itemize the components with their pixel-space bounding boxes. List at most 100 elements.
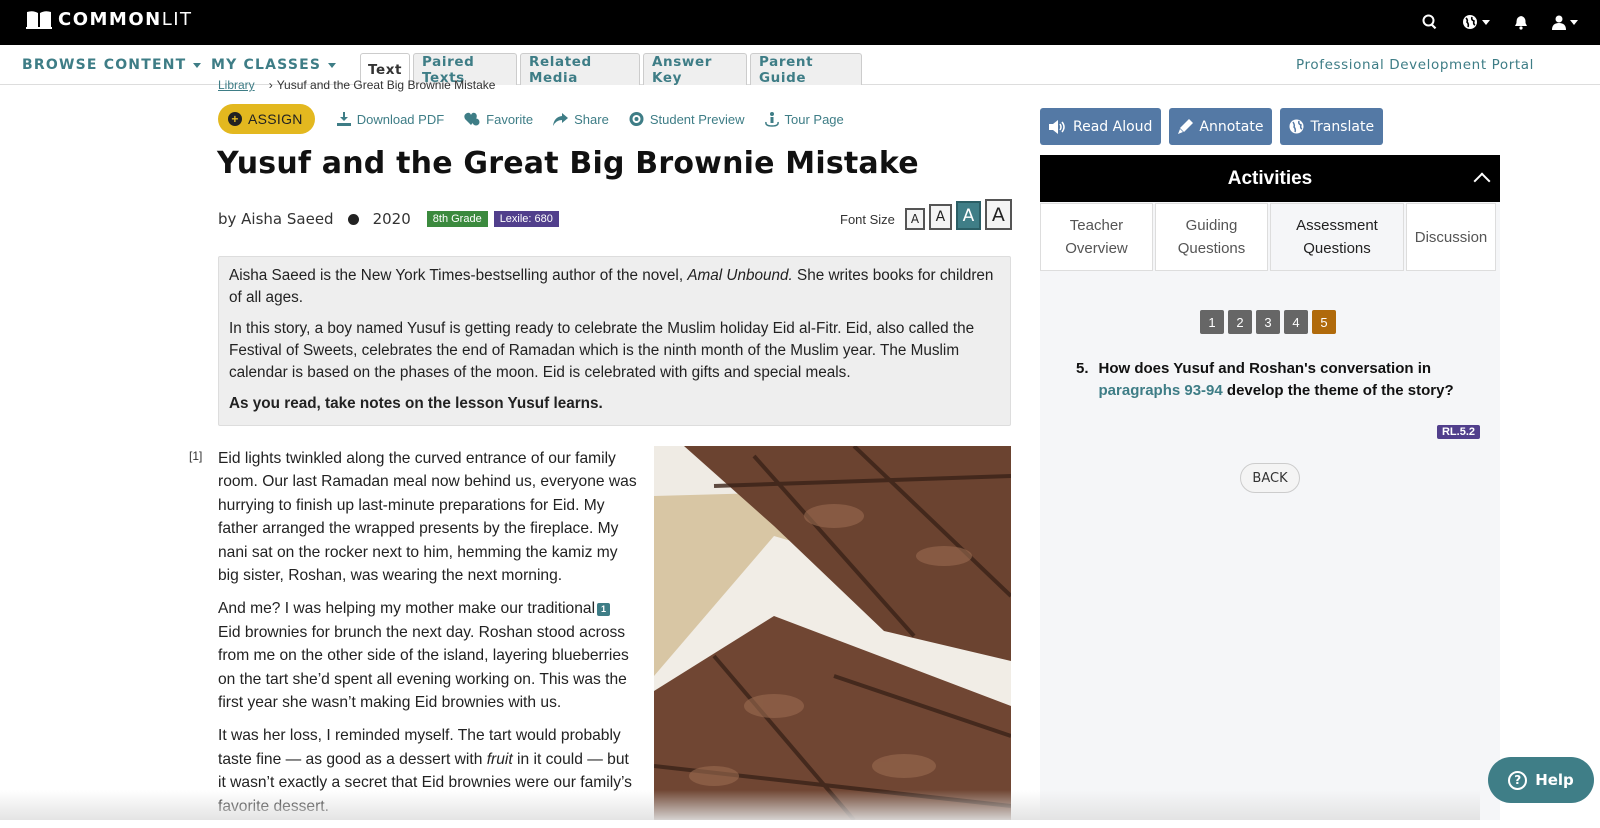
introduction-box: Aisha Saeed is the New York Times-bestse… bbox=[218, 256, 1011, 426]
breadcrumb-separator-icon: › bbox=[268, 78, 273, 92]
activities-title: Activities bbox=[1227, 167, 1313, 189]
paragraph-number: [1] bbox=[189, 449, 203, 463]
publication-year: 2020 bbox=[372, 210, 411, 228]
highlighter-icon bbox=[1178, 119, 1194, 134]
translate-button[interactable]: Translate bbox=[1280, 108, 1384, 145]
brownies-photo bbox=[654, 446, 1011, 820]
question-text: How does Yusuf and Roshan's conversation… bbox=[1098, 360, 1454, 399]
tour-person-icon bbox=[764, 111, 779, 127]
breadcrumb-library-link[interactable]: Library bbox=[218, 78, 255, 92]
tour-page-label: Tour Page bbox=[784, 111, 844, 127]
student-preview-label: Student Preview bbox=[649, 111, 745, 127]
top-bar: COMMONLIT bbox=[0, 0, 1600, 45]
back-button[interactable]: BACK bbox=[1240, 463, 1300, 493]
assessment-question: 5. How does Yusuf and Roshan's conversat… bbox=[1076, 358, 1476, 402]
text-actions: + ASSIGN Download PDF Favorite Share Stu… bbox=[218, 104, 844, 134]
share-link[interactable]: Share bbox=[553, 112, 609, 127]
annotate-button[interactable]: Annotate bbox=[1169, 108, 1273, 145]
my-classes-label: MY CLASSES bbox=[211, 57, 322, 73]
intro-reading-prompt: As you read, take notes on the lesson Yu… bbox=[229, 395, 603, 412]
question-1-button[interactable]: 1 bbox=[1200, 310, 1224, 334]
book-icon bbox=[26, 10, 52, 29]
question-3-button[interactable]: 3 bbox=[1256, 310, 1280, 334]
question-circle-icon: ? bbox=[1508, 770, 1528, 790]
paragraph-reference-link[interactable]: paragraphs 93-94 bbox=[1099, 382, 1223, 399]
help-button[interactable]: ? Help bbox=[1488, 757, 1594, 803]
reading-tools: Read Aloud Annotate Translate bbox=[1040, 108, 1391, 145]
commonlit-logo[interactable]: COMMONLIT bbox=[26, 9, 193, 30]
favorite-link[interactable]: Favorite bbox=[464, 112, 533, 127]
caret-down-icon bbox=[1570, 19, 1578, 25]
download-icon bbox=[336, 112, 351, 126]
tab-guiding-questions[interactable]: Guiding Questions bbox=[1155, 203, 1268, 271]
font-size-large-button[interactable]: A bbox=[955, 201, 981, 230]
professional-development-portal-link[interactable]: Professional Development Portal bbox=[1296, 57, 1534, 73]
read-aloud-label: Read Aloud bbox=[1073, 118, 1153, 135]
question-4-button[interactable]: 4 bbox=[1284, 310, 1308, 334]
story-paragraph: Eid lights twinkled along the curved ent… bbox=[218, 450, 637, 585]
tab-assessment-questions[interactable]: Assessment Questions bbox=[1270, 203, 1404, 271]
text-title: Yusuf and the Great Big Brownie Mistake bbox=[217, 146, 919, 181]
footnote-marker[interactable]: 1 bbox=[597, 602, 611, 616]
user-menu[interactable] bbox=[1552, 10, 1578, 34]
caret-down-icon bbox=[328, 62, 337, 68]
story-text: Eid lights twinkled along the curved ent… bbox=[218, 447, 638, 828]
globe-icon bbox=[1463, 15, 1477, 29]
tab-teacher-overview[interactable]: Teacher Overview bbox=[1040, 203, 1153, 271]
notifications-button[interactable] bbox=[1514, 10, 1528, 34]
intro-author-bio: Aisha Saeed is the New York Times-bestse… bbox=[229, 267, 994, 306]
author: by Aisha Saeed bbox=[218, 210, 334, 228]
assign-label: ASSIGN bbox=[248, 111, 303, 127]
tab-discussion[interactable]: Discussion bbox=[1406, 203, 1496, 271]
tour-page-link[interactable]: Tour Page bbox=[764, 111, 844, 127]
share-icon bbox=[553, 112, 569, 126]
question-pagination: 1 2 3 4 5 bbox=[1200, 310, 1340, 334]
question-2-button[interactable]: 2 bbox=[1228, 310, 1252, 334]
browse-content-menu[interactable]: BROWSE CONTENT bbox=[22, 57, 202, 73]
translate-label: Translate bbox=[1310, 118, 1375, 135]
breadcrumb: Library › Yusuf and the Great Big Browni… bbox=[218, 78, 495, 92]
tab-related-media[interactable]: Related Media bbox=[520, 53, 640, 86]
browse-content-label: BROWSE CONTENT bbox=[22, 57, 187, 73]
font-size-label: Font Size bbox=[840, 212, 895, 227]
font-size-medium-button[interactable]: A bbox=[928, 204, 952, 230]
annotate-label: Annotate bbox=[1199, 118, 1264, 135]
story-paragraph: And me? I was helping my mother make our… bbox=[218, 600, 629, 712]
student-preview-link[interactable]: Student Preview bbox=[629, 112, 745, 127]
user-icon bbox=[1552, 15, 1566, 30]
help-label: Help bbox=[1535, 771, 1574, 789]
share-label: Share bbox=[574, 111, 609, 127]
my-classes-menu[interactable]: MY CLASSES bbox=[211, 57, 337, 73]
eye-icon bbox=[629, 112, 644, 126]
chevron-up-icon[interactable] bbox=[1473, 172, 1491, 190]
globe-icon bbox=[1289, 119, 1304, 134]
tab-parent-guide[interactable]: Parent Guide bbox=[750, 53, 862, 86]
grade-badge: 8th Grade bbox=[426, 211, 488, 227]
speaker-icon bbox=[1049, 119, 1065, 134]
plus-circle-icon: + bbox=[228, 112, 242, 126]
assign-button[interactable]: + ASSIGN bbox=[218, 104, 315, 134]
standard-badge: RL.5.2 bbox=[1436, 425, 1480, 439]
question-5-button[interactable]: 5 bbox=[1312, 310, 1336, 334]
tab-answer-key[interactable]: Answer Key bbox=[643, 53, 747, 86]
font-size-control: Font Size A A A A bbox=[840, 199, 1012, 230]
download-pdf-link[interactable]: Download PDF bbox=[336, 111, 445, 127]
activities-tabs: Teacher Overview Guiding Questions Assessm… bbox=[1040, 203, 1500, 271]
caret-down-icon bbox=[193, 62, 202, 68]
story-paragraph: It was her loss, I reminded myself. The … bbox=[218, 727, 632, 815]
font-size-xlarge-button[interactable]: A bbox=[984, 199, 1012, 230]
search-button[interactable] bbox=[1422, 10, 1438, 34]
activities-panel: Activities Teacher Overview Guiding Questi… bbox=[1040, 155, 1500, 820]
logo-text: COMMONLIT bbox=[58, 9, 193, 30]
bell-icon bbox=[1515, 15, 1527, 30]
search-icon bbox=[1422, 14, 1437, 30]
separator-dot bbox=[347, 213, 359, 225]
lexile-badge: Lexile: 680 bbox=[493, 211, 559, 227]
read-aloud-button[interactable]: Read Aloud bbox=[1040, 108, 1162, 145]
activities-header[interactable]: Activities bbox=[1040, 155, 1500, 202]
font-size-small-button[interactable]: A bbox=[904, 207, 925, 230]
download-pdf-label: Download PDF bbox=[356, 111, 445, 127]
intro-context: In this story, a boy named Yusuf is gett… bbox=[229, 320, 975, 381]
favorite-label: Favorite bbox=[486, 111, 534, 127]
language-menu[interactable] bbox=[1462, 10, 1490, 34]
